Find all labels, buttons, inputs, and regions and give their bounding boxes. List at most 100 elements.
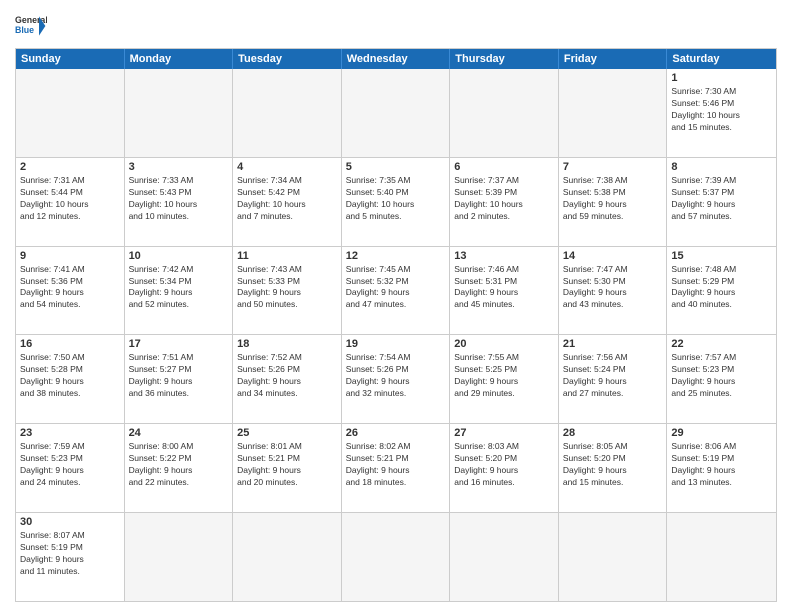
calendar-cell: [559, 513, 668, 601]
day-info: Sunrise: 7:34 AM Sunset: 5:42 PM Dayligh…: [237, 175, 337, 223]
calendar-cell: 1Sunrise: 7:30 AM Sunset: 5:46 PM Daylig…: [667, 69, 776, 157]
day-info: Sunrise: 7:51 AM Sunset: 5:27 PM Dayligh…: [129, 352, 229, 400]
calendar-cell: 25Sunrise: 8:01 AM Sunset: 5:21 PM Dayli…: [233, 424, 342, 512]
calendar-cell: 5 Sunrise: 7:35 AM Sunset: 5:40 PM Daylig…: [342, 158, 451, 246]
day-number: 9: [20, 250, 120, 262]
calendar-cell: 29Sunrise: 8:06 AM Sunset: 5:19 PM Dayli…: [667, 424, 776, 512]
day-number: 11: [237, 250, 337, 262]
calendar-cell: [125, 69, 234, 157]
calendar-cell: [450, 513, 559, 601]
day-number: 30: [20, 516, 120, 528]
day-number: 8: [671, 161, 772, 173]
calendar-cell: 12 Sunrise: 7:45 AM Sunset: 5:32 PM Dayli…: [342, 247, 451, 335]
day-info: Sunrise: 7:35 AM Sunset: 5:40 PM Dayligh…: [346, 175, 446, 223]
calendar-cell: 17 Sunrise: 7:51 AM Sunset: 5:27 PM Dayli…: [125, 335, 234, 423]
calendar-cell: 16 Sunrise: 7:50 AM Sunset: 5:28 PM Dayli…: [16, 335, 125, 423]
calendar-cell: 28 Sunrise: 8:05 AM Sunset: 5:20 PM Dayli…: [559, 424, 668, 512]
day-info: Sunrise: 8:03 AM Sunset: 5:20 PM Dayligh…: [454, 441, 554, 489]
day-number: 21: [563, 338, 663, 350]
calendar-cell: 14 Sunrise: 7:47 AM Sunset: 5:30 PM Dayli…: [559, 247, 668, 335]
calendar-cell: 8 Sunrise: 7:39 AM Sunset: 5:37 PM Daylig…: [667, 158, 776, 246]
day-info: Sunrise: 7:39 AM Sunset: 5:37 PM Dayligh…: [671, 175, 772, 223]
day-number: 19: [346, 338, 446, 350]
day-number: 26: [346, 427, 446, 439]
calendar-cell: [450, 69, 559, 157]
day-number: 27: [454, 427, 554, 439]
calendar-row: 30 Sunrise: 8:07 AM Sunset: 5:19 PM Dayli…: [16, 512, 776, 601]
calendar-cell: [342, 513, 451, 601]
day-number: 16: [20, 338, 120, 350]
day-info: Sunrise: 7:52 AM Sunset: 5:26 PM Dayligh…: [237, 352, 337, 400]
day-number: 12: [346, 250, 446, 262]
day-number: 25: [237, 427, 337, 439]
calendar-cell: [16, 69, 125, 157]
weekday-header: Sunday: [16, 49, 125, 69]
day-info: Sunrise: 7:37 AM Sunset: 5:39 PM Dayligh…: [454, 175, 554, 223]
day-number: 17: [129, 338, 229, 350]
weekday-header: Thursday: [450, 49, 559, 69]
weekday-header: Saturday: [667, 49, 776, 69]
weekday-header: Wednesday: [342, 49, 451, 69]
calendar-cell: 9Sunrise: 7:41 AM Sunset: 5:36 PM Daylig…: [16, 247, 125, 335]
day-info: Sunrise: 8:00 AM Sunset: 5:22 PM Dayligh…: [129, 441, 229, 489]
day-number: 15: [671, 250, 772, 262]
day-number: 29: [671, 427, 772, 439]
day-info: Sunrise: 7:45 AM Sunset: 5:32 PM Dayligh…: [346, 264, 446, 312]
calendar-cell: [667, 513, 776, 601]
calendar-row: 2 Sunrise: 7:31 AM Sunset: 5:44 PM Daylig…: [16, 157, 776, 246]
day-number: 2: [20, 161, 120, 173]
calendar-row: 9Sunrise: 7:41 AM Sunset: 5:36 PM Daylig…: [16, 246, 776, 335]
day-info: Sunrise: 7:30 AM Sunset: 5:46 PM Dayligh…: [671, 86, 772, 134]
calendar-cell: 18 Sunrise: 7:52 AM Sunset: 5:26 PM Dayli…: [233, 335, 342, 423]
day-info: Sunrise: 7:31 AM Sunset: 5:44 PM Dayligh…: [20, 175, 120, 223]
day-info: Sunrise: 7:50 AM Sunset: 5:28 PM Dayligh…: [20, 352, 120, 400]
calendar-cell: [559, 69, 668, 157]
calendar-cell: 10 Sunrise: 7:42 AM Sunset: 5:34 PM Dayli…: [125, 247, 234, 335]
day-info: Sunrise: 7:59 AM Sunset: 5:23 PM Dayligh…: [20, 441, 120, 489]
calendar-cell: 30 Sunrise: 8:07 AM Sunset: 5:19 PM Dayli…: [16, 513, 125, 601]
day-info: Sunrise: 7:47 AM Sunset: 5:30 PM Dayligh…: [563, 264, 663, 312]
day-number: 18: [237, 338, 337, 350]
day-info: Sunrise: 7:46 AM Sunset: 5:31 PM Dayligh…: [454, 264, 554, 312]
calendar-cell: 15Sunrise: 7:48 AM Sunset: 5:29 PM Dayli…: [667, 247, 776, 335]
day-info: Sunrise: 7:55 AM Sunset: 5:25 PM Dayligh…: [454, 352, 554, 400]
logo-icon: General Blue: [15, 10, 47, 42]
calendar-cell: 26 Sunrise: 8:02 AM Sunset: 5:21 PM Dayli…: [342, 424, 451, 512]
day-number: 10: [129, 250, 229, 262]
calendar-cell: 20Sunrise: 7:55 AM Sunset: 5:25 PM Dayli…: [450, 335, 559, 423]
day-info: Sunrise: 8:07 AM Sunset: 5:19 PM Dayligh…: [20, 530, 120, 578]
calendar-header: SundayMondayTuesdayWednesdayThursdayFrid…: [16, 49, 776, 69]
day-number: 5: [346, 161, 446, 173]
calendar-cell: 23 Sunrise: 7:59 AM Sunset: 5:23 PM Dayli…: [16, 424, 125, 512]
calendar-row: 23 Sunrise: 7:59 AM Sunset: 5:23 PM Dayli…: [16, 423, 776, 512]
calendar-cell: [233, 513, 342, 601]
day-number: 6: [454, 161, 554, 173]
calendar-cell: 3 Sunrise: 7:33 AM Sunset: 5:43 PM Daylig…: [125, 158, 234, 246]
calendar-cell: 21Sunrise: 7:56 AM Sunset: 5:24 PM Dayli…: [559, 335, 668, 423]
calendar-cell: 27 Sunrise: 8:03 AM Sunset: 5:20 PM Dayli…: [450, 424, 559, 512]
day-info: Sunrise: 8:05 AM Sunset: 5:20 PM Dayligh…: [563, 441, 663, 489]
calendar-cell: 2 Sunrise: 7:31 AM Sunset: 5:44 PM Daylig…: [16, 158, 125, 246]
day-number: 22: [671, 338, 772, 350]
weekday-header: Tuesday: [233, 49, 342, 69]
day-number: 14: [563, 250, 663, 262]
day-info: Sunrise: 7:54 AM Sunset: 5:26 PM Dayligh…: [346, 352, 446, 400]
day-number: 4: [237, 161, 337, 173]
day-number: 13: [454, 250, 554, 262]
calendar-cell: 24Sunrise: 8:00 AM Sunset: 5:22 PM Dayli…: [125, 424, 234, 512]
calendar-cell: 19 Sunrise: 7:54 AM Sunset: 5:26 PM Dayli…: [342, 335, 451, 423]
day-number: 3: [129, 161, 229, 173]
calendar-body: 1Sunrise: 7:30 AM Sunset: 5:46 PM Daylig…: [16, 69, 776, 601]
calendar-row: 16 Sunrise: 7:50 AM Sunset: 5:28 PM Dayli…: [16, 334, 776, 423]
day-info: Sunrise: 7:33 AM Sunset: 5:43 PM Dayligh…: [129, 175, 229, 223]
calendar-cell: 7 Sunrise: 7:38 AM Sunset: 5:38 PM Daylig…: [559, 158, 668, 246]
day-number: 28: [563, 427, 663, 439]
day-info: Sunrise: 7:42 AM Sunset: 5:34 PM Dayligh…: [129, 264, 229, 312]
day-info: Sunrise: 8:02 AM Sunset: 5:21 PM Dayligh…: [346, 441, 446, 489]
day-number: 23: [20, 427, 120, 439]
day-number: 7: [563, 161, 663, 173]
calendar-cell: [233, 69, 342, 157]
calendar-cell: 13 Sunrise: 7:46 AM Sunset: 5:31 PM Dayli…: [450, 247, 559, 335]
day-info: Sunrise: 7:38 AM Sunset: 5:38 PM Dayligh…: [563, 175, 663, 223]
calendar-row: 1Sunrise: 7:30 AM Sunset: 5:46 PM Daylig…: [16, 69, 776, 157]
